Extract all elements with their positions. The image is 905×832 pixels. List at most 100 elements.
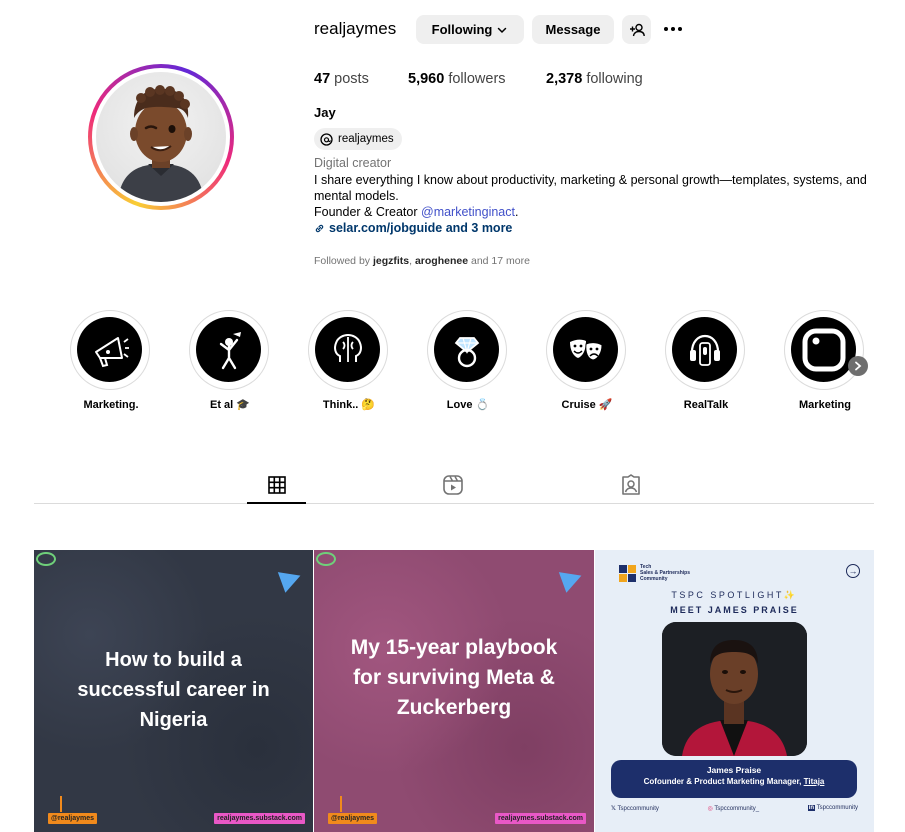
followed-by-text[interactable]: Followed by jegzfits, aroghenee and 17 m… bbox=[314, 255, 530, 268]
highlight-ring bbox=[189, 310, 269, 390]
featured-role-prefix: Cofounder & Product Marketing Manager, bbox=[643, 777, 804, 786]
followed-by-user1: jegzfits bbox=[372, 255, 410, 267]
brain-icon bbox=[333, 333, 362, 362]
line-decoration bbox=[340, 796, 342, 812]
highlight-label: RealTalk bbox=[683, 399, 729, 411]
avatar-border bbox=[92, 68, 230, 206]
suggested-users-button[interactable] bbox=[622, 15, 651, 44]
highlight-item[interactable]: Think.. 🤔 bbox=[308, 310, 390, 411]
tspc-logo-line3: Community bbox=[640, 576, 668, 582]
more-options-icon[interactable] bbox=[660, 20, 686, 38]
avatar-illustration bbox=[118, 85, 204, 202]
tspc-logo-mark bbox=[619, 564, 636, 582]
post-tile[interactable]: How to build a successful career in Nige… bbox=[34, 550, 313, 832]
featured-company: Titaja bbox=[803, 777, 825, 786]
profile-external-link[interactable]: selar.com/jobguide and 3 more bbox=[314, 220, 512, 236]
theater-masks-icon bbox=[569, 339, 603, 361]
threads-badge[interactable]: realjaymes bbox=[314, 128, 402, 150]
profile-bio: I share everything I know about producti… bbox=[314, 172, 874, 220]
followers-count: 5,960 bbox=[408, 71, 445, 87]
highlight-cover bbox=[791, 317, 856, 382]
posts-count: 47 bbox=[314, 71, 331, 87]
featured-role: Cofounder & Product Marketing Manager, T… bbox=[611, 776, 857, 788]
highlight-item[interactable]: Et al 🎓 bbox=[189, 310, 271, 411]
bio-text: I share everything I know about producti… bbox=[314, 173, 867, 203]
app-logo-icon bbox=[802, 328, 845, 371]
profile-card: James Praise Cofounder & Product Marketi… bbox=[611, 760, 857, 798]
highlight-cover bbox=[434, 317, 499, 382]
line-decoration bbox=[60, 796, 62, 812]
grid-icon bbox=[268, 476, 286, 494]
post-url-tag: realjaymes.substack.com bbox=[495, 813, 586, 824]
portrait-photo bbox=[662, 622, 807, 756]
avatar bbox=[96, 72, 226, 202]
highlight-item[interactable]: Love 💍 bbox=[427, 310, 509, 411]
profile-username: realjaymes bbox=[314, 19, 397, 38]
post-title: How to build a successful career in Nige… bbox=[77, 649, 270, 731]
highlight-cover bbox=[77, 317, 142, 382]
tab-reels[interactable] bbox=[423, 472, 483, 498]
highlight-cover bbox=[553, 317, 618, 382]
active-tab-indicator bbox=[247, 502, 306, 504]
link-text: selar.com/jobguide and 3 more bbox=[329, 221, 513, 235]
highlight-ring bbox=[546, 310, 626, 390]
following-label: following bbox=[586, 71, 643, 87]
chevron-down-icon bbox=[498, 27, 507, 33]
followed-by-user2: aroghenee bbox=[414, 255, 469, 267]
highlight-label: Love 💍 bbox=[446, 399, 490, 411]
post-tile[interactable]: My 15-year playbook for surviving Meta &… bbox=[314, 550, 594, 832]
post-handle-tag: @realjaymes bbox=[48, 813, 98, 824]
tab-tagged[interactable] bbox=[601, 472, 661, 498]
highlights-next-button[interactable] bbox=[848, 356, 868, 376]
highlight-label: Marketing. bbox=[83, 399, 139, 411]
posts-label: posts bbox=[334, 71, 369, 87]
post-handle-tag: @realjaymes bbox=[328, 813, 378, 824]
highlight-ring bbox=[70, 310, 150, 390]
highlight-label: Cruise 🚀 bbox=[561, 399, 613, 411]
highlight-cover bbox=[196, 317, 261, 382]
tab-posts[interactable] bbox=[247, 472, 307, 498]
following-button-label: Following bbox=[431, 22, 493, 37]
social-li-item: in Tspccommunity bbox=[807, 805, 858, 812]
highlight-cover bbox=[315, 317, 380, 382]
circle-decoration bbox=[36, 552, 56, 566]
social-ig-handle: Tspccommunity_ bbox=[714, 806, 760, 812]
profile-avatar[interactable] bbox=[88, 64, 234, 210]
post-url-tag: realjaymes.substack.com bbox=[214, 813, 305, 824]
highlight-item[interactable]: Cruise 🚀 bbox=[546, 310, 628, 411]
reels-icon bbox=[443, 475, 463, 495]
message-button[interactable]: Message bbox=[532, 15, 614, 44]
tabs-divider bbox=[34, 503, 874, 504]
followers-stat[interactable]: 5,960 followers bbox=[408, 70, 506, 88]
followed-by-suffix: and 17 more bbox=[468, 255, 530, 267]
message-button-label: Message bbox=[545, 22, 601, 37]
highlight-ring bbox=[665, 310, 745, 390]
highlight-item[interactable]: RealTalk bbox=[665, 310, 747, 411]
circle-decoration bbox=[316, 552, 336, 566]
social-x-handle: Tspccommunity bbox=[617, 806, 659, 812]
portrait-illustration bbox=[662, 622, 807, 756]
highlight-label: Think.. 🤔 bbox=[322, 399, 376, 411]
social-li-handle: Tspccommunity bbox=[816, 805, 858, 811]
bio-mention-link[interactable]: @marketinginact bbox=[421, 205, 515, 219]
social-footer: 𝕏 Tspccommunity ◎ Tspccommunity_ in Tspc… bbox=[611, 805, 858, 812]
tspc-logo: Tech Sales & Partnerships Community bbox=[619, 564, 690, 582]
linkedin-icon: in bbox=[807, 805, 816, 811]
post-tile[interactable]: Tech Sales & Partnerships Community → TS… bbox=[595, 550, 874, 832]
following-count: 2,378 bbox=[546, 71, 583, 87]
highlight-ring bbox=[427, 310, 507, 390]
highlight-item[interactable]: Marketing. bbox=[70, 310, 152, 411]
bio-founder-line: Founder & Creator @marketinginact. bbox=[314, 204, 874, 220]
featured-name: James Praise bbox=[706, 765, 762, 775]
ring-icon bbox=[454, 336, 479, 367]
social-x-item: 𝕏 Tspccommunity bbox=[611, 805, 659, 812]
following-stat[interactable]: 2,378 following bbox=[546, 70, 643, 88]
megaphone-icon bbox=[94, 336, 129, 367]
podcast-icon bbox=[689, 334, 720, 366]
play-triangle-decoration bbox=[277, 565, 305, 593]
link-icon bbox=[315, 224, 324, 232]
threads-icon bbox=[320, 132, 333, 146]
following-button[interactable]: Following bbox=[416, 15, 524, 44]
highlight-label: Marketing bbox=[799, 399, 851, 411]
meet-heading: MEET JAMES PRAISE bbox=[670, 605, 799, 615]
